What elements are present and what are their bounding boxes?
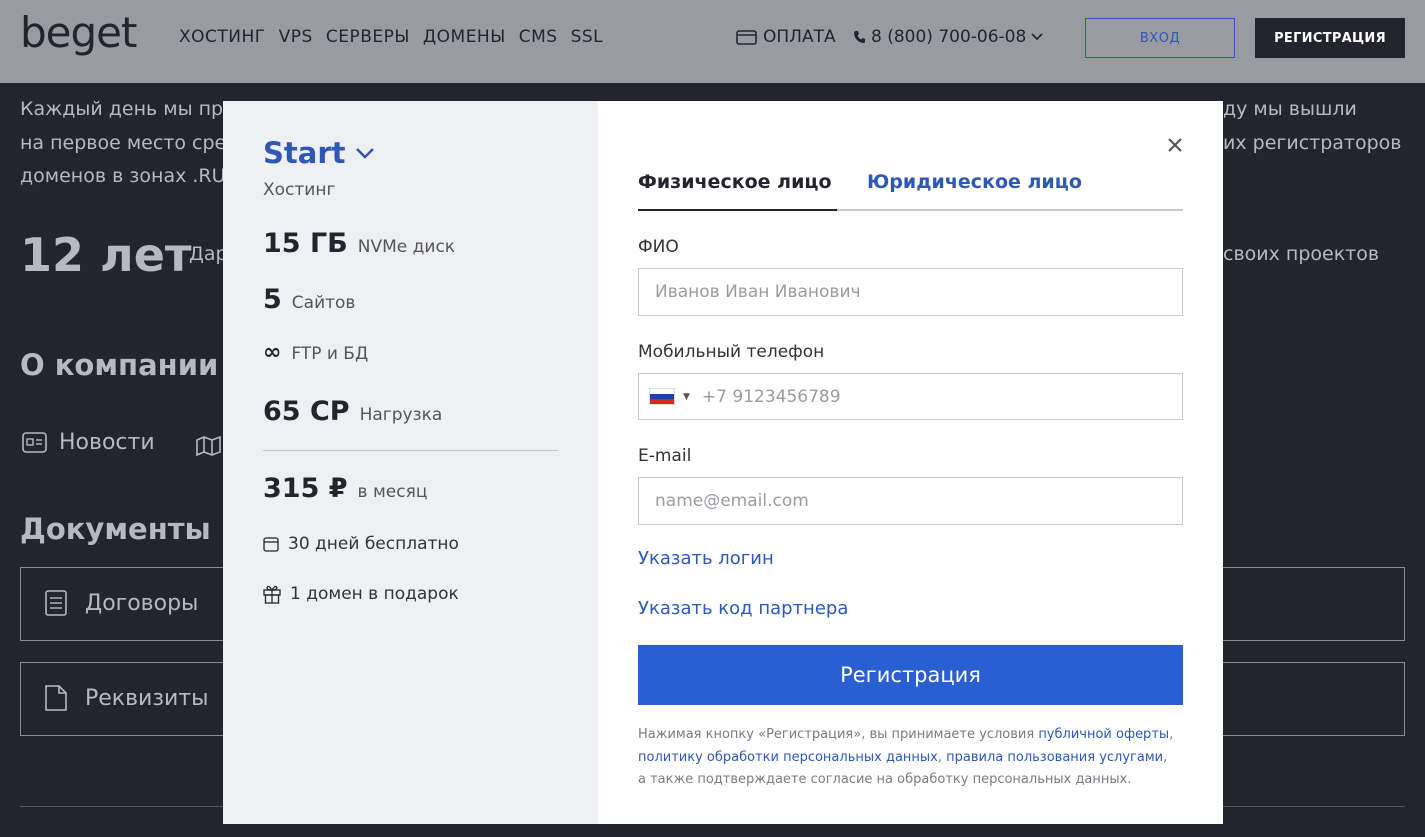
feature-value: 65 CP (263, 396, 350, 427)
phone-label: Мобильный телефон (638, 342, 825, 362)
plan-name: Start (263, 136, 346, 170)
nav-item-servers[interactable]: СЕРВЕРЫ (326, 27, 410, 47)
phone-field[interactable] (701, 374, 1182, 419)
legal-separator: , (1163, 749, 1168, 765)
nav-item-cms[interactable]: CMS (519, 27, 558, 47)
plan-price: 315 ₽ в месяц (263, 473, 427, 504)
bg-news-link[interactable]: Новости (22, 430, 155, 455)
wallet-icon (736, 29, 757, 45)
legal-consent-text: а также подтверждаете согласие на обрабо… (638, 772, 1132, 787)
bg-about-title: О компании (20, 348, 219, 382)
logo[interactable]: beget (20, 8, 137, 57)
legal-separator: , (1169, 727, 1174, 742)
payment-label: ОПЛАТА (763, 27, 836, 47)
email-field[interactable] (638, 477, 1183, 525)
bg-text-line2-left: на первое место сред (20, 132, 240, 154)
bg-news-label: Новости (59, 430, 155, 455)
legal-notice: Нажимая кнопку «Регистрация», вы принима… (638, 724, 1183, 792)
plan-category: Хостинг (263, 180, 336, 200)
news-icon (22, 432, 47, 453)
gift-icon (263, 585, 281, 604)
perk-trial: 30 дней бесплатно (263, 534, 459, 554)
nav-item-domains[interactable]: ДОМЕНЫ (423, 27, 506, 47)
feature-value: 15 ГБ (263, 228, 348, 259)
plan-selector[interactable]: Start (263, 136, 375, 170)
payment-link[interactable]: ОПЛАТА (736, 27, 836, 47)
submit-button[interactable]: Регистрация (638, 645, 1183, 705)
file-icon (45, 685, 67, 711)
phone-field-wrapper: ▼ (638, 373, 1183, 420)
phone-icon (854, 31, 865, 43)
register-button[interactable]: РЕГИСТРАЦИЯ (1255, 18, 1405, 58)
service-rules-link[interactable]: правила пользования услугами (946, 750, 1163, 765)
feature-value: ∞ (263, 340, 282, 365)
registration-form: Физическое лицо Юридическое лицо ФИО Моб… (598, 101, 1223, 824)
legal-separator: , (937, 749, 947, 765)
bg-text-line1-left: Каждый день мы пре (20, 98, 235, 120)
bg-text-line2-right: их регистраторов (1223, 132, 1402, 154)
bg-text-line1-right: ду мы вышли (1223, 98, 1357, 120)
chevron-down-icon (356, 148, 375, 159)
perk-label: 30 дней бесплатно (288, 534, 459, 554)
feature-label: Сайтов (291, 293, 356, 313)
feature-label: FTP и БД (291, 344, 369, 364)
caret-down-icon[interactable]: ▼ (683, 392, 690, 402)
nav-item-vps[interactable]: VPS (279, 27, 313, 47)
bg-contracts-label: Договоры (85, 590, 199, 616)
phone-number: 8 (800) 700-06-08 (871, 27, 1027, 47)
price-period: в месяц (357, 482, 428, 502)
header: beget ХОСТИНГ VPS СЕРВЕРЫ ДОМЕНЫ CMS SSL… (0, 0, 1425, 83)
email-label: E-mail (638, 446, 692, 466)
nav-item-hosting[interactable]: ХОСТИНГ (179, 27, 266, 47)
tab-individual[interactable]: Физическое лицо (638, 171, 837, 211)
perk-label: 1 домен в подарок (290, 584, 459, 604)
map-icon (196, 436, 221, 456)
feature-label: NVMe диск (357, 237, 456, 257)
feature-value: 5 (263, 284, 282, 315)
bg-years-right: своих проектов (1223, 243, 1380, 265)
specify-login-link[interactable]: Указать логин (638, 548, 774, 569)
plan-feature-load: 65 CP Нагрузка (263, 396, 442, 427)
bg-text-line3-left: доменов в зонах .RU (20, 165, 226, 187)
main-nav: ХОСТИНГ VPS СЕРВЕРЫ ДОМЕНЫ CMS SSL (179, 27, 603, 47)
plan-panel: Start Хостинг 15 ГБ NVMe диск 5 Сайтов ∞… (223, 101, 598, 824)
chevron-down-icon (1031, 33, 1043, 41)
plan-feature-ftp: ∞ FTP и БД (263, 340, 368, 365)
bg-docs-title: Документы (20, 512, 211, 546)
tab-legal-entity[interactable]: Юридическое лицо (867, 171, 1082, 205)
offer-link[interactable]: публичной оферты (1038, 727, 1169, 742)
close-icon[interactable] (1165, 135, 1185, 155)
entity-tabs: Физическое лицо Юридическое лицо (638, 171, 1183, 211)
phone-dropdown[interactable]: 8 (800) 700-06-08 (853, 27, 1043, 47)
registration-modal: Start Хостинг 15 ГБ NVMe диск 5 Сайтов ∞… (223, 101, 1223, 824)
bg-requisites-label: Реквизиты (85, 685, 209, 711)
fio-label: ФИО (638, 237, 679, 257)
feature-label: Нагрузка (359, 405, 443, 425)
plan-feature-sites: 5 Сайтов (263, 284, 355, 315)
privacy-policy-link[interactable]: политику обработки персональных данных (638, 750, 938, 765)
russia-flag-icon[interactable] (649, 388, 675, 405)
plan-divider (263, 450, 558, 451)
bg-years-sub: Дар (189, 243, 228, 265)
fio-field[interactable] (638, 268, 1183, 316)
partner-code-link[interactable]: Указать код партнера (638, 598, 848, 619)
plan-feature-disk: 15 ГБ NVMe диск (263, 228, 455, 259)
perk-domain: 1 домен в подарок (263, 584, 459, 604)
login-button[interactable]: ВХОД (1085, 18, 1235, 58)
price-value: 315 ₽ (263, 473, 348, 504)
document-icon (45, 590, 67, 616)
legal-text: Нажимая кнопку «Регистрация», вы принима… (638, 727, 1039, 742)
nav-item-ssl[interactable]: SSL (571, 27, 604, 47)
calendar-icon (263, 537, 279, 552)
bg-years: 12 лет (20, 228, 192, 282)
